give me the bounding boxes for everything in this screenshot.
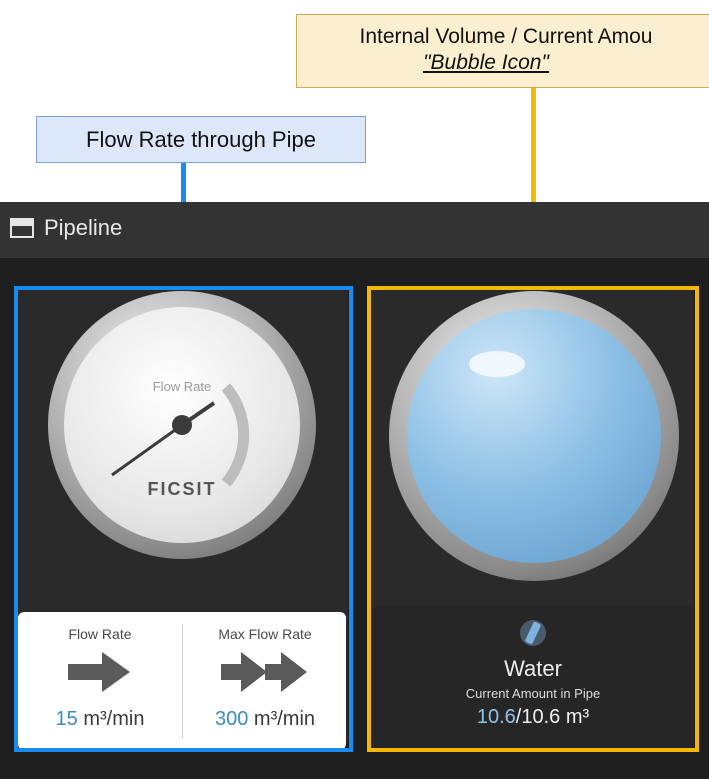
flow-rate-callout: Flow Rate through Pipe: [36, 116, 366, 163]
window-titlebar: Pipeline: [0, 202, 709, 258]
volume-callout-line1: Internal Volume / Current Amou: [359, 25, 653, 48]
flow-rate-callout-text: Flow Rate through Pipe: [86, 126, 316, 152]
volume-callout-line2: "Bubble Icon": [423, 51, 549, 74]
pipeline-window: Pipeline Flow Rate FICSIT Flow Rate 15 m…: [0, 202, 709, 779]
volume-callout: Internal Volume / Current Amou "Bubble I…: [296, 14, 709, 88]
window-icon: [10, 218, 34, 238]
volume-highlight-box: [367, 286, 699, 752]
window-title: Pipeline: [44, 215, 123, 240]
flow-highlight-box: [14, 286, 353, 752]
